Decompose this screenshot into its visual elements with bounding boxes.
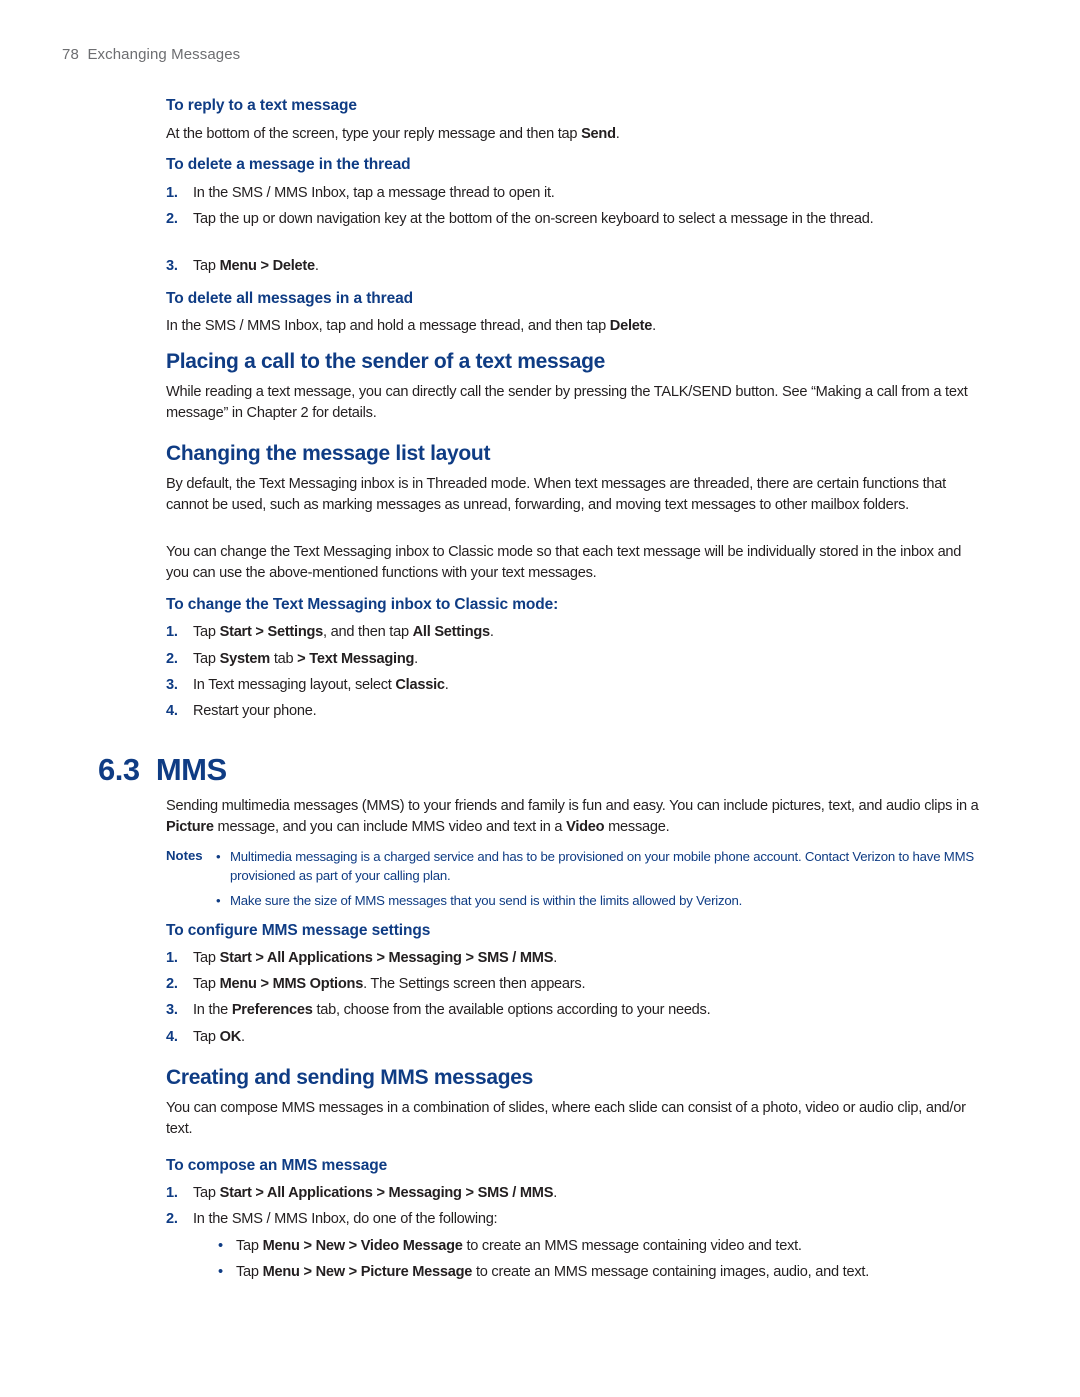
layout-paragraph: By default, the Text Messaging inbox is … bbox=[166, 476, 946, 513]
delete-message-heading: To delete a message in the thread bbox=[166, 156, 411, 173]
placing-call-text: While reading a text message, you can di… bbox=[166, 384, 968, 421]
list-item: 4. Tap OK. bbox=[166, 1029, 245, 1045]
running-header: 78 Exchanging Messages bbox=[62, 46, 240, 63]
layout-heading: Changing the message list layout bbox=[166, 442, 491, 465]
compose-heading: To compose an MMS message bbox=[166, 1157, 388, 1174]
reply-text: At the bottom of the screen, type your r… bbox=[166, 126, 620, 142]
bullet-item: • Tap Menu > New > Picture Message to cre… bbox=[218, 1264, 870, 1280]
note-item: • Make sure the size of MMS messages that… bbox=[216, 893, 743, 908]
list-item: 2. Tap Menu > MMS Options. The Settings s… bbox=[166, 976, 586, 992]
list-item: 4. Restart your phone. bbox=[166, 703, 317, 719]
list-item: 2. In the SMS / MMS Inbox, do one of the … bbox=[166, 1211, 498, 1227]
mms-intro: Sending multimedia messages (MMS) to you… bbox=[166, 798, 979, 835]
list-item: 3. In the Preferences tab, choose from th… bbox=[166, 1002, 711, 1018]
chapter-title: Exchanging Messages bbox=[87, 46, 241, 63]
bullet-item: • Tap Menu > New > Video Message to creat… bbox=[218, 1238, 802, 1254]
creating-heading: Creating and sending MMS messages bbox=[166, 1066, 534, 1089]
section-title: 6.3 MMS bbox=[98, 752, 227, 787]
list-item: 2. Tap System tab > Text Messaging. bbox=[166, 651, 418, 667]
delete-all-text: In the SMS / MMS Inbox, tap and hold a m… bbox=[166, 318, 656, 334]
notes-label: Notes bbox=[166, 848, 203, 863]
list-item: 3. In Text messaging layout, select Class… bbox=[166, 677, 449, 693]
list-item: 3. Tap Menu > Delete. bbox=[166, 258, 319, 274]
page-number: 78 bbox=[62, 46, 79, 63]
layout-paragraph: You can change the Text Messaging inbox … bbox=[166, 544, 962, 581]
creating-text: You can compose MMS messages in a combin… bbox=[166, 1100, 966, 1137]
note-item: • Multimedia messaging is a charged servi… bbox=[216, 849, 974, 883]
list-item: 1. Tap Start > All Applications > Messagi… bbox=[166, 1185, 557, 1201]
reply-heading: To reply to a text message bbox=[166, 97, 357, 114]
list-item: 1. Tap Start > Settings, and then tap All… bbox=[166, 624, 494, 640]
classic-mode-heading: To change the Text Messaging inbox to Cl… bbox=[166, 596, 559, 613]
delete-all-heading: To delete all messages in a thread bbox=[166, 290, 413, 307]
list-item: 2. Tap the up or down navigation key at t… bbox=[166, 211, 874, 227]
list-item: 1. In the SMS / MMS Inbox, tap a message … bbox=[166, 185, 555, 201]
placing-call-heading: Placing a call to the sender of a text m… bbox=[166, 350, 606, 373]
list-item: 1. Tap Start > All Applications > Messagi… bbox=[166, 950, 557, 966]
configure-heading: To configure MMS message settings bbox=[166, 922, 431, 939]
